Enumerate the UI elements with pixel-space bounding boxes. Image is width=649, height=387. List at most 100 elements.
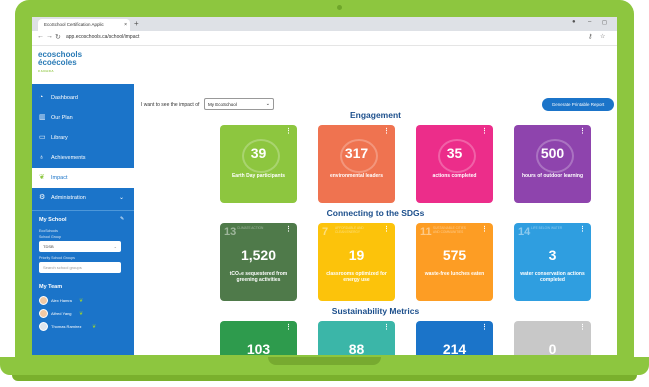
sidebar: ◔ Dashboard ▥ Our Plan ▭ Library ♁ Achie… [32, 84, 134, 355]
maximize-button[interactable]: ◻ [602, 19, 607, 26]
camera [337, 5, 342, 10]
sdg-card[interactable]: 7 AFFORDABLE AND CLEAN ENERGY ⋮ 19 class… [318, 223, 395, 301]
new-tab-button[interactable]: + [134, 19, 139, 29]
card-description: tCO₂e sequestered from greening activiti… [229, 271, 288, 283]
school-group-value: TDSB [43, 244, 54, 249]
card-value: 35 [446, 145, 463, 161]
screen: EcoSchool Certification Applic × + ● – ◻… [32, 17, 617, 355]
metric-card[interactable]: ⋮ 214 [416, 321, 493, 355]
sidebar-item-dashboard[interactable]: ◔ Dashboard [32, 88, 134, 108]
sidebar-item-our-plan[interactable]: ▥ Our Plan [32, 108, 134, 128]
team-member[interactable]: Thomas Ramirez ❦ [39, 322, 109, 332]
engagement-card[interactable]: ⋮ 500 hours of outdoor learning [514, 125, 591, 203]
team-member[interactable]: Alex Hamra ❦ [39, 296, 99, 306]
my-school-title: My School [39, 217, 67, 223]
sidebar-item-library[interactable]: ▭ Library [32, 128, 134, 148]
chevron-down-icon: ⌄ [118, 195, 124, 201]
card-description: hours of outdoor learning [521, 173, 584, 179]
forward-icon[interactable]: → [46, 33, 53, 40]
more-menu-icon[interactable]: ⋮ [579, 323, 586, 331]
library-icon: ▭ [39, 134, 46, 141]
more-menu-icon[interactable]: ⋮ [481, 225, 488, 233]
ecoschools-logo[interactable]: ecoschools écoécoles CANADA [38, 51, 82, 75]
gauge-icon: ◔ [39, 94, 44, 101]
sdg-name: SUSTAINABLE CITIES AND COMMUNITIES [433, 226, 466, 234]
more-menu-icon[interactable]: ⋮ [285, 127, 292, 135]
card-description: classrooms optimized for energy use [326, 271, 387, 283]
metric-card[interactable]: ⋮ 88 [318, 321, 395, 355]
more-menu-icon[interactable]: ⋮ [383, 225, 390, 233]
priority-groups-search[interactable]: Search school groups [39, 262, 121, 273]
engagement-card[interactable]: ⋮ 35 actions completed [416, 125, 493, 203]
sdg-number: 13 [224, 226, 237, 238]
laptop-notch [268, 357, 381, 365]
member-name: Thomas Ramirez [51, 324, 82, 329]
card-value: 500 [540, 145, 565, 161]
sidebar-item-achievements[interactable]: ♁ Achievements [32, 148, 134, 168]
school-select[interactable]: My EcoSchool ⌄ [204, 98, 274, 110]
leaf-icon: ❦ [79, 311, 84, 317]
card-value: 1,520 [240, 247, 277, 263]
metric-card[interactable]: ⋮ 103 [220, 321, 297, 355]
more-menu-icon[interactable]: ⋮ [579, 127, 586, 135]
gear-icon: ⚙ [39, 194, 46, 201]
card-description: environmental leaders [329, 173, 384, 179]
card-value: 317 [344, 145, 369, 161]
sdg-number: 7 [322, 226, 329, 238]
school-name: EcoSchools [39, 229, 58, 233]
logo-line2: écoécoles [38, 58, 77, 67]
minimize-button[interactable]: – [588, 19, 591, 25]
priority-groups-label: Priority School Groups [39, 256, 75, 260]
browser-tab[interactable]: EcoSchool Certification Applic × [38, 19, 130, 31]
more-menu-icon[interactable]: ⋮ [579, 225, 586, 233]
sdgs-title: Connecting to the SDGs [326, 208, 425, 218]
profile-icon[interactable]: ● [572, 19, 576, 25]
address-bar: ← → ↻ app.ecoschools.ca/school/impact ⚷ … [32, 31, 617, 46]
browser-tab-bar: EcoSchool Certification Applic × + ● – ◻ [32, 17, 617, 31]
sidebar-item-administration[interactable]: ⚙ Administration ⌄ [32, 188, 134, 208]
leaf-icon: ❦ [79, 298, 84, 304]
more-menu-icon[interactable]: ⋮ [285, 225, 292, 233]
sidebar-item-label: Dashboard [51, 95, 78, 101]
logo-tagline: CANADA [38, 69, 54, 73]
sdg-card[interactable]: 14 LIFE BELOW WATER ⋮ 3 water conservati… [514, 223, 591, 301]
school-group-label: School Group [39, 235, 61, 239]
card-description: waste-free lunches eaten [424, 271, 485, 277]
engagement-card[interactable]: ⋮ 317 environmental leaders [318, 125, 395, 203]
url-field[interactable]: app.ecoschools.ca/school/impact [66, 34, 139, 40]
more-menu-icon[interactable]: ⋮ [383, 323, 390, 331]
sidebar-item-impact[interactable]: ❦ Impact [32, 168, 134, 188]
book-open-icon: ▥ [39, 114, 46, 121]
sidebar-item-label: Administration [51, 195, 86, 201]
more-menu-icon[interactable]: ⋮ [285, 323, 292, 331]
app-header [32, 46, 617, 85]
sdg-card[interactable]: 11 SUSTAINABLE CITIES AND COMMUNITIES ⋮ … [416, 223, 493, 301]
avatar [39, 296, 48, 305]
engagement-title: Engagement [349, 110, 401, 120]
back-icon[interactable]: ← [37, 33, 44, 40]
engagement-card[interactable]: ⋮ 39 Earth Day participants [220, 125, 297, 203]
star-icon[interactable]: ☆ [600, 33, 605, 40]
edit-pencil-icon[interactable]: ✎ [120, 216, 124, 222]
tab-close-icon[interactable]: × [124, 19, 127, 31]
laptop-base-shadow [12, 375, 637, 381]
school-group-select[interactable]: TDSB ⌄ [39, 241, 121, 252]
more-menu-icon[interactable]: ⋮ [383, 127, 390, 135]
impact-of-label: I want to see the impact of [141, 102, 200, 108]
more-menu-icon[interactable]: ⋮ [481, 323, 488, 331]
metric-card[interactable]: ⋮ 0 [514, 321, 591, 355]
more-menu-icon[interactable]: ⋮ [481, 127, 488, 135]
member-name: Alex Hamra [51, 298, 72, 303]
sustainability-title: Sustainability Metrics [331, 306, 420, 316]
my-team-title: My Team [39, 284, 63, 290]
sdg-name: CLIMATE ACTION [237, 226, 264, 230]
sidebar-item-label: Our Plan [51, 115, 73, 121]
sdg-card[interactable]: 13 CLIMATE ACTION ⋮ 1,520 tCO₂e sequeste… [220, 223, 297, 301]
tab-title: EcoSchool Certification Applic [44, 22, 104, 27]
card-value: 0 [548, 341, 557, 355]
key-icon[interactable]: ⚷ [588, 33, 592, 40]
reload-icon[interactable]: ↻ [55, 33, 61, 41]
leaf-icon: ❦ [92, 324, 97, 330]
card-description: actions completed [432, 173, 477, 179]
team-member[interactable]: Alfred Yang ❦ [39, 309, 99, 319]
